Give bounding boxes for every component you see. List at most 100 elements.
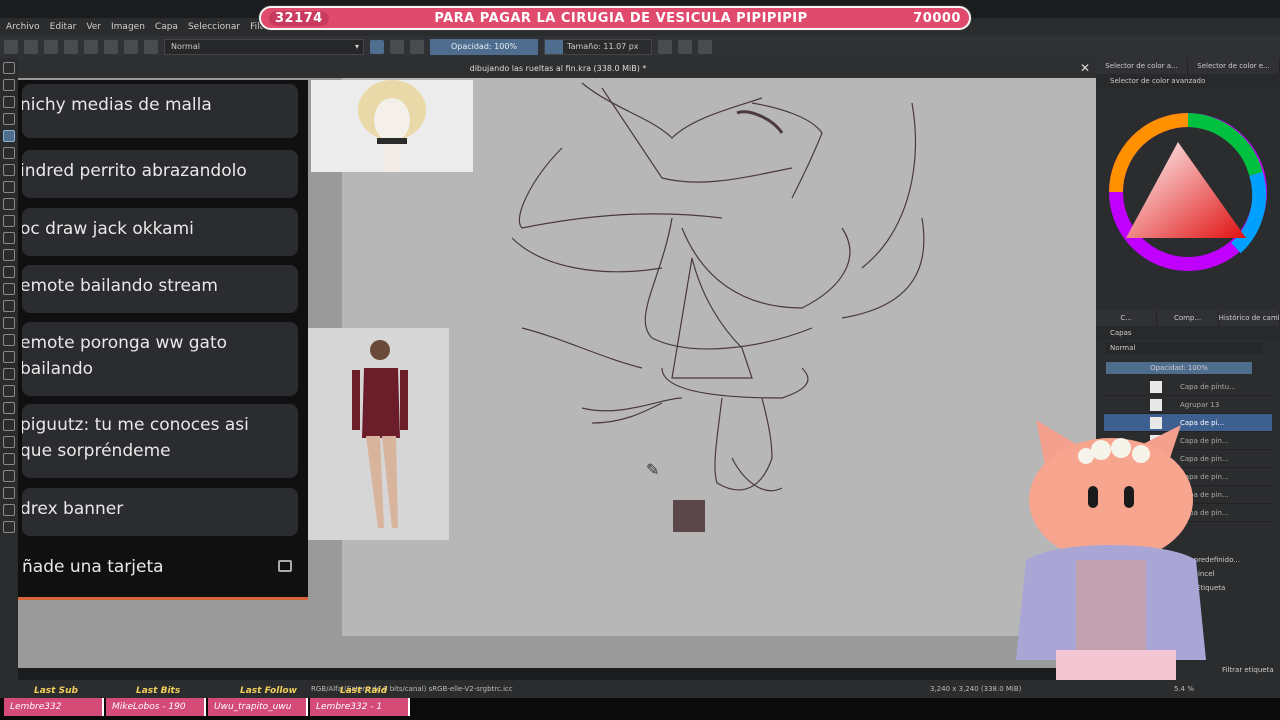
blend-mode-select[interactable]: Normal [164,39,364,55]
dynamic-brush-tool-icon[interactable] [3,266,15,278]
goal-text: PARA PAGAR LA CIRUGIA DE VESICULA PIPIPI… [434,10,808,26]
swap-colors-icon[interactable] [104,40,118,54]
last-raid-label: Last Raid [340,686,388,696]
reload-preset-icon[interactable] [410,40,424,54]
tab-color-selector-other[interactable]: Selector de color e... [1188,58,1280,74]
zoom-level[interactable]: 5.4 % [1174,680,1194,698]
tab-c[interactable]: C... [1096,310,1158,326]
document-title: dibujando las rueltas al fin.kra (338.0 … [469,63,647,73]
stream-events-bar: Lembre332 MikeLobos - 190 Uwu_trapito_uw… [0,698,1280,720]
open-document-icon[interactable] [24,40,38,54]
calligraphy-tool-icon[interactable] [3,113,15,125]
last-sub-label: Last Sub [34,686,78,696]
brush-cursor-icon: ✎ [646,460,660,479]
last-sub-value: Lembre332 [4,698,104,716]
opacity-slider[interactable]: Opacidad: 100% [430,39,538,55]
chat-message-text: drex banner [22,499,124,519]
move-tool-icon[interactable] [3,300,15,312]
layer-thumbnail [1150,399,1162,411]
last-bits-value: MikeLobos - 190 [106,698,206,716]
donation-goal-bar: 32174 PARA PAGAR LA CIRUGIA DE VESICULA … [259,6,971,30]
chat-message-text: emote bailando stream [22,276,218,296]
ellipse-select-tool-icon[interactable] [3,453,15,465]
layer-name: Agrupar 13 [1180,401,1220,409]
menu-capa[interactable]: Capa [155,22,178,32]
chat-message-text: piguutz: tu me conoces asi [22,415,249,435]
card-icon [278,560,292,572]
chat-message-text: nichy medias de malla [22,95,212,115]
new-document-icon[interactable] [4,40,18,54]
layers-opacity-slider[interactable]: Opacidad: 100% [1106,362,1252,374]
wrap-around-icon[interactable] [698,40,712,54]
vtuber-avatar [1016,420,1206,710]
pattern-icon[interactable] [84,40,98,54]
krita-window: Archivo Editar Ver Imagen Capa Seleccion… [0,0,1280,720]
ellipse-tool-icon[interactable] [3,181,15,193]
add-card-button[interactable]: ñade una tarjeta [22,550,298,584]
smart-patch-tool-icon[interactable] [3,368,15,380]
chat-message: emote bailando stream [22,265,298,313]
chat-message: drex banner [22,488,298,536]
measure-tool-icon[interactable] [3,419,15,431]
reference-image-model [308,328,449,540]
chat-overlay: nichy medias de malla indred perrito abr… [18,80,308,600]
close-document-icon[interactable]: ✕ [1080,61,1090,75]
chat-message: nichy medias de malla [22,84,298,138]
transform-tool-icon[interactable] [3,317,15,329]
tab-compositions[interactable]: Comp... [1157,310,1219,326]
eraser-mode-icon[interactable] [370,40,384,54]
fill-tool-icon[interactable] [3,385,15,397]
freehand-brush-tool-icon[interactable] [3,130,15,142]
assistant-tool-icon[interactable] [3,402,15,414]
crop-tool-icon[interactable] [3,283,15,295]
text-tool-icon[interactable] [3,79,15,91]
menu-imagen[interactable]: Imagen [111,22,145,32]
last-follow-value: Uwu_trapito_uwu [208,698,308,716]
add-card-label: ñade una tarjeta [22,557,164,577]
mirror-horizontal-icon[interactable] [658,40,672,54]
chat-message-text: oc draw jack okkami [22,219,194,239]
layer-row[interactable]: Agrupar 13 [1104,396,1272,414]
rect-select-tool-icon[interactable] [3,436,15,448]
freehand-select-tool-icon[interactable] [3,470,15,482]
color-tabs: Selector de color a... Selector de color… [1096,58,1280,74]
document-tab[interactable]: dibujando las rueltas al fin.kra (338.0 … [18,58,1098,78]
line-tool-icon[interactable] [3,147,15,159]
brush-settings-icon[interactable] [124,40,138,54]
tab-history[interactable]: Histórico de cambios d... [1218,310,1280,326]
pan-tool-icon[interactable] [3,504,15,516]
freehand-path-tool-icon[interactable] [3,249,15,261]
image-dimensions: 3,240 x 3,240 (338.0 MiB) [930,685,1022,693]
layer-thumbnail [1150,381,1162,393]
rectangle-tool-icon[interactable] [3,164,15,176]
tab-color-selector-advanced[interactable]: Selector de color a... [1096,58,1188,74]
mirror-vertical-icon[interactable] [678,40,692,54]
color-wheel[interactable] [1096,88,1280,312]
menu-editar[interactable]: Editar [50,22,77,32]
alpha-lock-icon[interactable] [390,40,404,54]
menu-seleccionar[interactable]: Seleccionar [188,22,240,32]
last-bits-label: Last Bits [136,686,181,696]
gradient-tool-icon[interactable] [3,334,15,346]
lower-tabs: C... Comp... Histórico de cambios d... [1096,310,1280,326]
select-shapes-tool-icon[interactable] [3,62,15,74]
layers-blend-select[interactable]: Normal [1106,342,1262,354]
layer-row[interactable]: Capa de pintu... [1104,378,1272,396]
bezier-tool-icon[interactable] [3,232,15,244]
last-follow-label: Last Follow [240,686,297,696]
brush-preset-icon[interactable] [144,40,158,54]
menu-archivo[interactable]: Archivo [6,22,40,32]
zoom-tool-icon[interactable] [3,521,15,533]
polygon-tool-icon[interactable] [3,198,15,210]
polyline-tool-icon[interactable] [3,215,15,227]
magic-wand-tool-icon[interactable] [3,487,15,499]
gradient-icon[interactable] [64,40,78,54]
save-icon[interactable] [44,40,58,54]
chat-message-text: bailando [22,359,94,379]
filter-tag-checkbox[interactable]: Filtrar etiqueta [1222,666,1274,674]
color-picker-tool-icon[interactable] [3,351,15,363]
goal-target: 70000 [913,10,961,26]
menu-ver[interactable]: Ver [86,22,101,32]
brush-size-slider[interactable]: Tamaño: 11.07 px [544,39,652,55]
edit-shapes-tool-icon[interactable] [3,96,15,108]
